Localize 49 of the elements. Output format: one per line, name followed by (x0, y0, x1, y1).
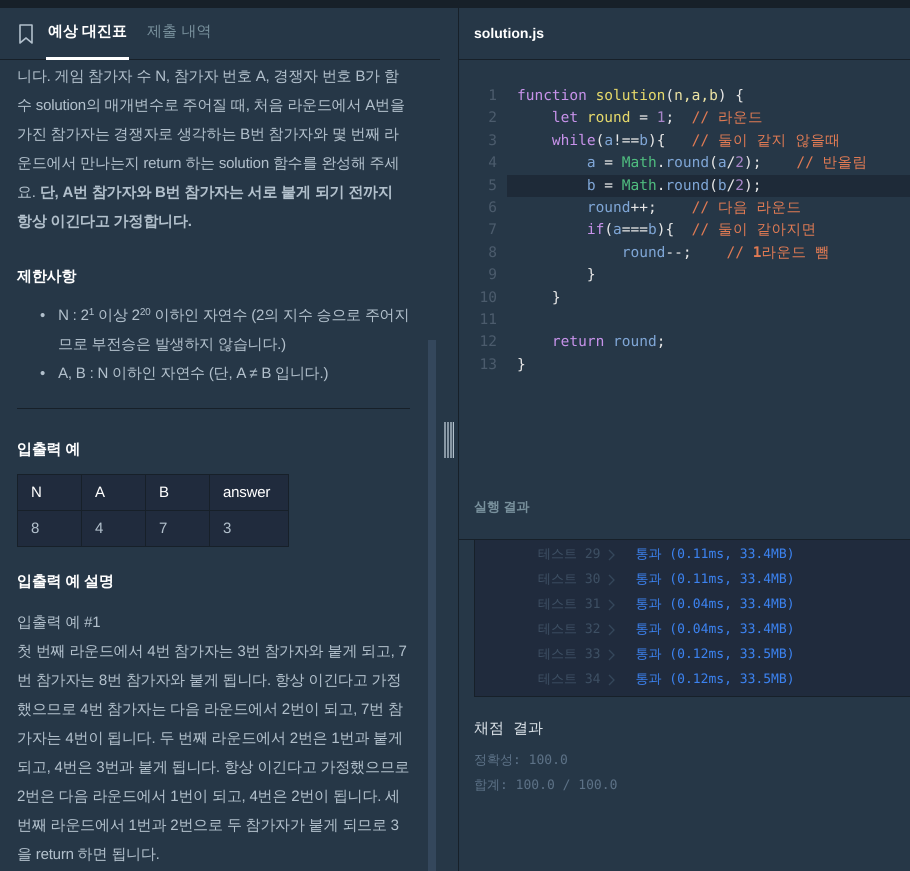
chevron-icon (608, 624, 616, 636)
code-line: } (586, 266, 597, 286)
code-line: let round = 1; // 라운드 (550, 109, 764, 128)
test-result: 통과 (0.12ms, 33.5MB) (635, 670, 795, 689)
table-header-cell: A (82, 474, 146, 510)
chevron-icon (608, 648, 616, 660)
score-heading: 채점 결과 (474, 718, 544, 739)
table-cell: 7 (146, 510, 210, 546)
table-cell: 3 (210, 510, 288, 546)
score-line: 정확성: 100.0 (474, 752, 569, 770)
table-header-cell: B (146, 474, 210, 510)
score-line: 합계: 100.0 / 100.0 (474, 776, 618, 794)
table-cell: 8 (18, 510, 82, 546)
code-line: } (516, 356, 527, 375)
chevron-icon (608, 674, 616, 686)
code-line: function solution(n,a,b) { (516, 87, 746, 106)
table-header-cell: answer (210, 474, 288, 510)
section-heading: 입출력 예 설명 (17, 572, 115, 592)
list-item: A, B : N 이하인 자연수 (단, A ≠ B 입니다.) (58, 364, 328, 384)
table-cell: 4 (82, 510, 146, 546)
section-heading: 입출력 예 (17, 440, 82, 460)
code-line: return round; (550, 333, 666, 352)
code-line: while(a!==b){ // 둘이 같지 않을때 (550, 132, 842, 151)
test-result: 통과 (0.12ms, 33.5MB) (635, 646, 795, 664)
bookmark-icon (18, 24, 34, 44)
paragraph: 니다. 게임 참가자 수 N, 참가자 번호 A, 경쟁자 번호 B가 함수 solution의 매개변수로 주어질 때, 처음 라운드에서 A번을 가진 참가자는 경쟁자로 생각하는 B번 참가자와 몇 번째 라운드에서 만나는지 return 하는 solution 함수를 완성해 주세요. 단, A번 참가자와 B번 참가자는 서로 붙게 되기 전까지 항상 이긴다고 가정합니다. (17, 67, 406, 232)
table-header-cell: N (18, 474, 82, 510)
paragraph: 첫 번째 라운드에서 4번 참가자는 3번 참가자와 붙게 되고, 7번 참가자는 8번 참가자와 붙게 됩니다. 항상 이긴다고 가정했으므로 4번 참가자는 다음 라운드에서 2번이 되고, 7번 참가자는 4번이 됩니다. 두 번째 라운드에서 2번은 1번과 붙게 되고, 4번은 3번과 붙게 됩니다. 항상 이긴다고 가정했으므로 2번은 다음 라운드에서 1번이 되고, 4번은 2번이 됩니다. 세 번째 라운드에서 1번과 2번으로 두 참가자가 붙게 되므로 3을 return 하면 됩니다. (17, 642, 410, 865)
code-line: round++; // 다음 라운드 (586, 198, 803, 218)
code-line: round--; // 1라운드 뺌 (620, 244, 832, 263)
tab[interactable]: 예상 대진표 (46, 8, 130, 60)
tab[interactable]: 제출 내역 (145, 8, 214, 60)
code-line: if(a===b){ // 둘이 같아지면 (586, 221, 818, 240)
test-result: 통과 (0.04ms, 33.4MB) (635, 596, 795, 614)
code-line: } (550, 288, 562, 308)
resize-handle-icon[interactable] (444, 422, 454, 458)
chevron-icon (608, 548, 616, 560)
list-item: N : 2$^{1}$ 이상 2$^{20}$ 이하인 자연수 (2의 지수 승으로 주어지므로 부전승은 발생하지 않습니다.) (58, 306, 410, 355)
test-result: 통과 (0.11ms, 33.4MB) (635, 570, 795, 589)
test-result: 통과 (0.11ms, 33.4MB) (635, 546, 795, 564)
bullet: • (40, 364, 46, 384)
test-result: 통과 (0.04ms, 33.4MB) (635, 620, 795, 639)
chevron-icon (608, 598, 616, 610)
subheading: 입출력 예 #1 (17, 613, 102, 633)
file-name: solution.js (459, 8, 910, 60)
section-heading: 제한사항 (17, 267, 78, 287)
chevron-icon (608, 574, 616, 586)
code-line: a = Math.round(a/2); // 반올림 (586, 154, 869, 174)
bullet: • (40, 306, 46, 326)
